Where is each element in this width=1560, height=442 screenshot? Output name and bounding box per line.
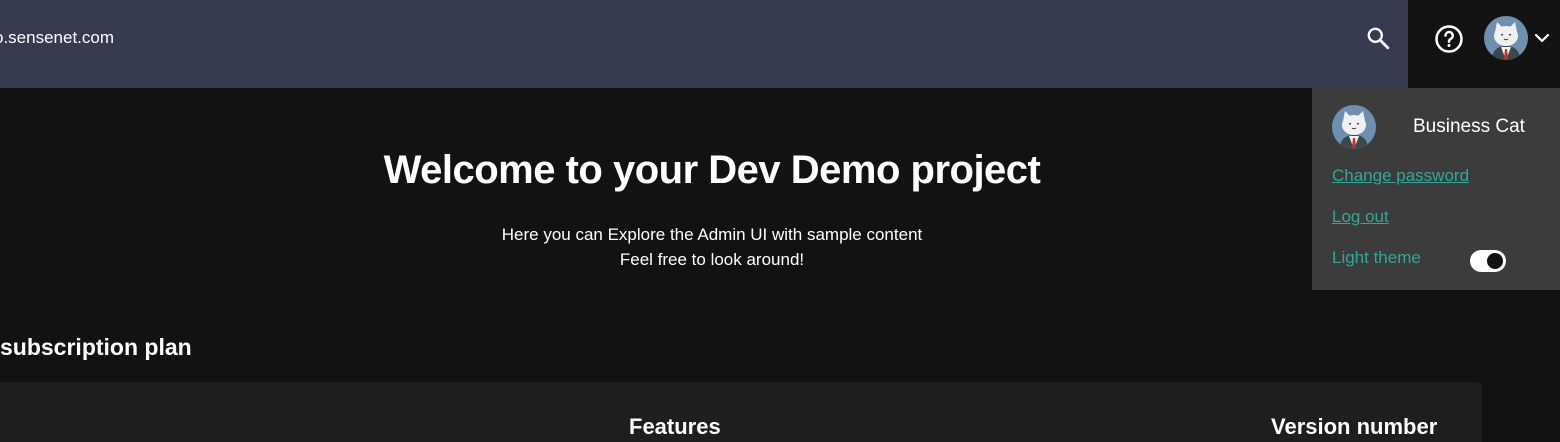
search-icon <box>1367 27 1390 50</box>
subscription-section-title: subscription plan <box>0 334 192 360</box>
user-avatar-button[interactable] <box>1484 16 1528 60</box>
top-app-bar: o.sensenet.com <box>0 0 1408 88</box>
search-button[interactable] <box>1362 22 1394 54</box>
user-display-name: Business Cat <box>1413 116 1525 137</box>
user-menu-toggle[interactable] <box>1532 28 1552 48</box>
welcome-line-1: Here you can Explore the Admin UI with s… <box>501 225 923 244</box>
help-button[interactable] <box>1432 22 1466 56</box>
toggle-knob <box>1487 253 1503 269</box>
subscription-table: Features Version number <box>0 382 1482 442</box>
log-out-link[interactable]: Log out <box>1332 207 1389 227</box>
cat-avatar <box>1332 105 1376 149</box>
chevron-down-icon <box>1534 33 1550 43</box>
help-circle-icon <box>1435 25 1463 53</box>
welcome-line-2: Feel free to look around! <box>619 250 805 269</box>
repository-url[interactable]: o.sensenet.com <box>0 28 114 48</box>
column-header-version-number: Version number <box>1271 414 1438 439</box>
menu-avatar <box>1332 105 1376 149</box>
light-theme-toggle[interactable] <box>1470 250 1506 272</box>
cat-avatar <box>1484 16 1528 60</box>
welcome-title: Welcome to your Dev Demo project <box>383 148 1041 192</box>
column-header-features: Features <box>629 414 721 439</box>
